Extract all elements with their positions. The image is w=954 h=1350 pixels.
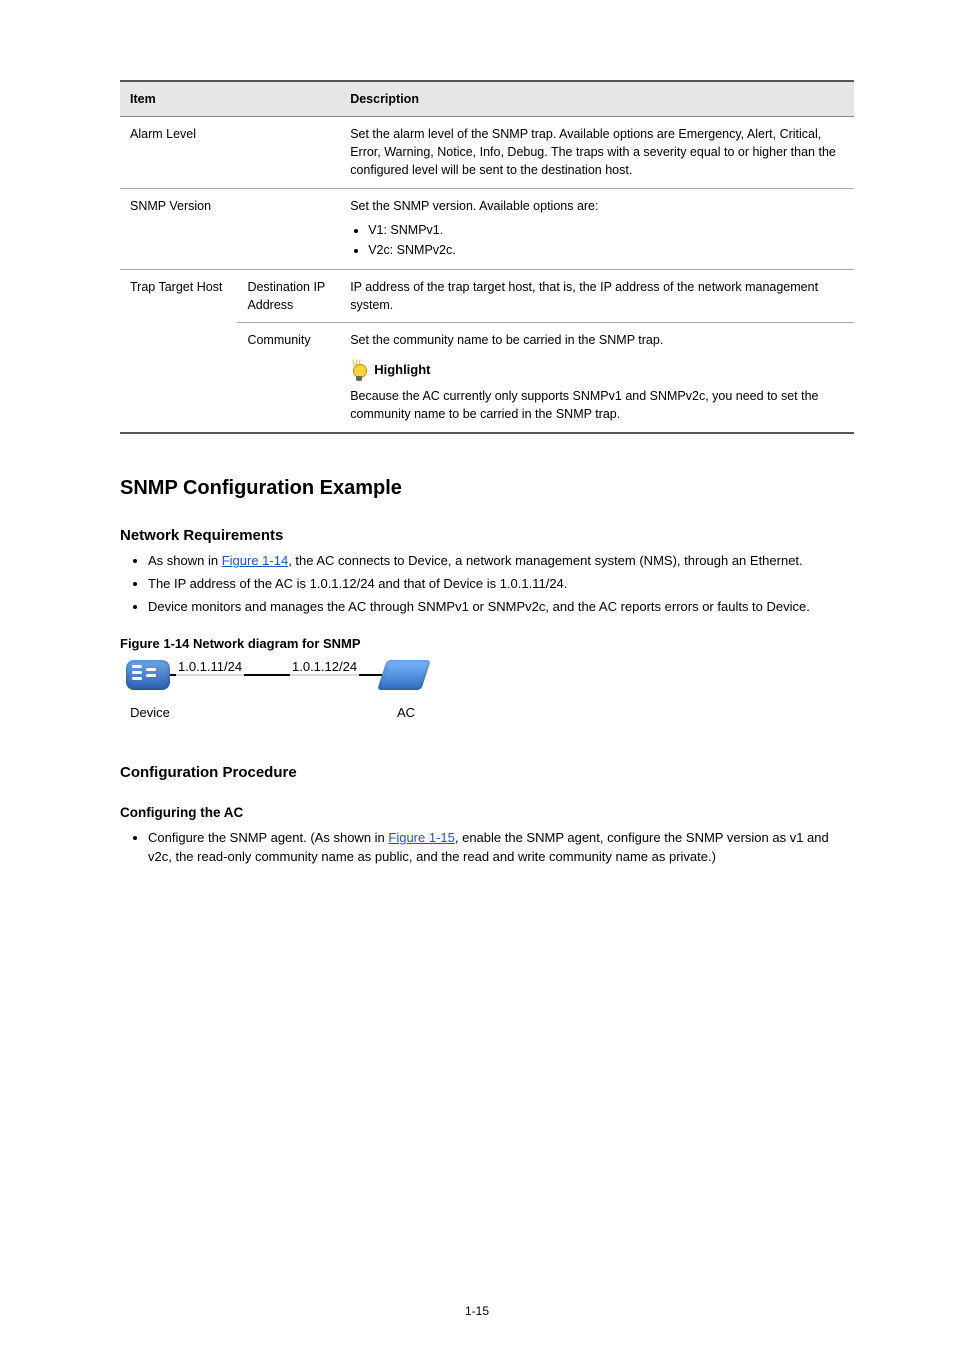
req-text-suffix: , the AC connects to Device, a network m… bbox=[288, 553, 802, 568]
cell-subitem: Community bbox=[237, 323, 340, 433]
procedure-list: Configure the SNMP agent. (As shown in F… bbox=[120, 829, 854, 867]
subsection-heading: Configuration Procedure bbox=[120, 762, 854, 784]
subsection-heading: Network Requirements bbox=[120, 525, 854, 547]
page-root: Item Description Alarm Level Set the ala… bbox=[0, 0, 954, 1350]
router-icon bbox=[126, 660, 170, 690]
cell-desc: IP address of the trap target host, that… bbox=[340, 269, 854, 322]
list-item: V2c: SNMPv2c. bbox=[368, 241, 844, 259]
table-row: Trap Target Host Destination IP Address … bbox=[120, 269, 854, 322]
list-item: Device monitors and manages the AC throu… bbox=[148, 598, 854, 617]
sub-subsection-heading: Configuring the AC bbox=[120, 803, 854, 823]
cell-subitem: Destination IP Address bbox=[237, 269, 340, 322]
ip-address-left: 1.0.1.11/24 bbox=[176, 658, 244, 677]
ac-label: AC bbox=[376, 704, 436, 723]
col-header-item: Item bbox=[120, 81, 340, 117]
list-item: The IP address of the AC is 1.0.1.12/24 … bbox=[148, 575, 854, 594]
desc-text: Set the community name to be carried in … bbox=[350, 333, 663, 347]
figure-caption: Figure 1-14 Network diagram for SNMP bbox=[120, 635, 854, 654]
highlight-label: Highlight bbox=[374, 361, 430, 380]
desc-bullets: V1: SNMPv1. V2c: SNMPv2c. bbox=[350, 221, 844, 259]
highlight-callout: \ | / Highlight bbox=[350, 359, 844, 381]
table-row: SNMP Version Set the SNMP version. Avail… bbox=[120, 188, 854, 269]
table-row: Alarm Level Set the alarm level of the S… bbox=[120, 117, 854, 188]
ac-icon bbox=[382, 660, 426, 690]
section-heading: SNMP Configuration Example bbox=[120, 474, 854, 503]
cell-desc: Set the SNMP version. Available options … bbox=[340, 188, 854, 269]
lightbulb-icon: \ | / bbox=[350, 359, 368, 381]
cell-item: SNMP Version bbox=[120, 188, 340, 269]
desc-intro: Set the SNMP version. Available options … bbox=[350, 199, 598, 213]
highlight-note: Because the AC currently only supports S… bbox=[350, 387, 844, 423]
step-text-prefix: Configure the SNMP agent. (As shown in bbox=[148, 830, 388, 845]
cell-desc: Set the community name to be carried in … bbox=[340, 323, 854, 433]
cell-item: Alarm Level bbox=[120, 117, 340, 188]
device-label: Device bbox=[120, 704, 180, 723]
list-item: Configure the SNMP agent. (As shown in F… bbox=[148, 829, 854, 867]
list-item: V1: SNMPv1. bbox=[368, 221, 844, 239]
col-header-desc: Description bbox=[340, 81, 854, 117]
figure-link[interactable]: Figure 1-14 bbox=[222, 553, 288, 568]
cell-desc: Set the alarm level of the SNMP trap. Av… bbox=[340, 117, 854, 188]
page-number: 1-15 bbox=[0, 1303, 954, 1320]
network-diagram: Device 1.0.1.11/24 1.0.1.12/24 AC bbox=[120, 660, 430, 740]
cell-group-item: Trap Target Host bbox=[120, 269, 237, 432]
list-item: As shown in Figure 1-14, the AC connects… bbox=[148, 552, 854, 571]
figure-link[interactable]: Figure 1-15 bbox=[388, 830, 454, 845]
requirements-list: As shown in Figure 1-14, the AC connects… bbox=[120, 552, 854, 617]
req-text-prefix: As shown in bbox=[148, 553, 222, 568]
ip-address-right: 1.0.1.12/24 bbox=[290, 658, 359, 677]
table-header-row: Item Description bbox=[120, 81, 854, 117]
config-table: Item Description Alarm Level Set the ala… bbox=[120, 80, 854, 434]
